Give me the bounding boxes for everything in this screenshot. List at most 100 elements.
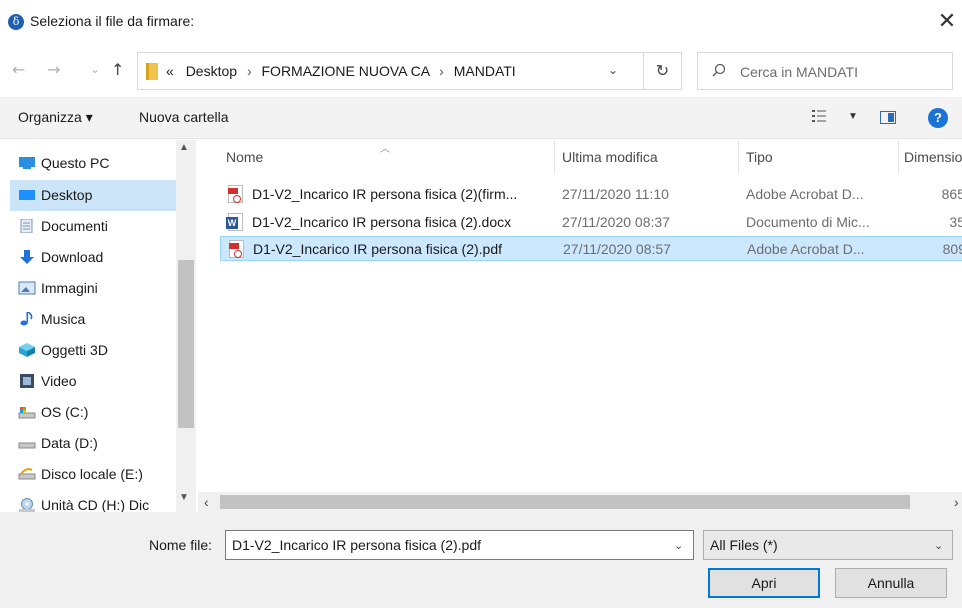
view-options-caret-icon[interactable]: ▼	[848, 111, 858, 122]
back-arrow-icon[interactable]: ←	[12, 60, 25, 79]
download-icon	[20, 250, 34, 264]
horizontal-scrollbar-thumb[interactable]	[220, 495, 910, 509]
sidebar-item-video[interactable]: Video	[18, 366, 180, 397]
scroll-left-icon[interactable]: ‹	[204, 494, 209, 510]
address-dropdown-chevron-icon[interactable]: ⌄	[608, 63, 618, 77]
help-icon[interactable]: ?	[928, 108, 948, 128]
file-row[interactable]: D1-V2_Incarico IR persona fisica (2).doc…	[220, 210, 962, 235]
sort-ascending-icon: ︿	[380, 144, 390, 155]
file-open-dialog: δ Seleziona il file da firmare: ✕ ← → ⌄ …	[0, 0, 962, 608]
sidebar-item-desktop[interactable]: Desktop	[10, 180, 176, 211]
organize-menu-button[interactable]: Organizza ▾	[18, 109, 93, 126]
refresh-icon[interactable]: ↻	[643, 53, 681, 89]
file-type: Adobe Acrobat D...	[746, 186, 864, 202]
forward-arrow-icon[interactable]: →	[47, 60, 60, 79]
scroll-down-icon[interactable]: ▼	[179, 492, 189, 503]
app-icon: δ	[8, 14, 24, 30]
3d-objects-icon	[19, 343, 35, 357]
filename-value: D1-V2_Incarico IR persona fisica (2).pdf	[232, 537, 481, 553]
sidebar-item-label: Questo PC	[41, 155, 110, 171]
sidebar-item-label: Download	[41, 249, 104, 265]
file-modified: 27/11/2020 11:10	[562, 186, 669, 202]
breadcrumb-formazione[interactable]: FORMAZIONE NUOVA CA	[262, 63, 430, 79]
view-options-icon[interactable]	[812, 109, 826, 123]
sidebar-item-label: Video	[41, 373, 77, 389]
this-pc-icon	[19, 157, 35, 169]
drive-e-icon	[18, 468, 36, 480]
open-button[interactable]: Apri	[708, 568, 820, 598]
sidebar-item-questo-pc[interactable]: Questo PC	[18, 148, 180, 179]
sidebar-item-label: Disco locale (E:)	[41, 466, 143, 482]
close-icon[interactable]: ✕	[934, 8, 960, 36]
toolbar: Organizza ▾ Nuova cartella ▼	[0, 97, 962, 139]
desktop-icon	[19, 190, 35, 200]
search-placeholder: Cerca in MANDATI	[740, 64, 858, 80]
file-name: D1-V2_Incarico IR persona fisica (2).pdf	[253, 241, 502, 257]
pdf-file-icon	[229, 240, 244, 258]
new-folder-button[interactable]: Nuova cartella	[139, 109, 229, 125]
sidebar-item-download[interactable]: Download	[18, 242, 180, 273]
up-arrow-icon[interactable]: ↑	[111, 60, 124, 79]
column-header-name[interactable]: Nome	[226, 149, 263, 165]
sidebar-item-os-c[interactable]: OS (C:)	[18, 397, 180, 428]
sidebar-item-musica[interactable]: Musica	[18, 304, 180, 335]
column-header-size[interactable]: Dimensio	[904, 149, 962, 165]
file-modified: 27/11/2020 08:37	[562, 214, 670, 230]
address-bar[interactable]: « Desktop › FORMAZIONE NUOVA CA › MANDAT…	[137, 52, 682, 90]
scroll-right-icon[interactable]: ›	[954, 494, 959, 510]
breadcrumb: « Desktop › FORMAZIONE NUOVA CA › MANDAT…	[166, 63, 516, 79]
sidebar-scrollbar-thumb[interactable]	[178, 260, 194, 428]
sidebar-item-label: Immagini	[41, 280, 98, 296]
file-modified: 27/11/2020 08:57	[563, 241, 671, 257]
column-divider[interactable]	[898, 140, 899, 174]
breadcrumb-separator-icon[interactable]: ›	[241, 63, 258, 79]
dialog-title: Seleziona il file da firmare:	[30, 13, 195, 29]
file-list-horizontal-scrollbar[interactable]: ‹ ›	[198, 492, 962, 512]
breadcrumb-separator-icon[interactable]: ›	[433, 63, 450, 79]
cancel-button[interactable]: Annulla	[835, 568, 947, 598]
file-list: ︿ Nome Ultima modifica Tipo Dimensio D1-…	[198, 140, 962, 492]
sidebar-item-oggetti-3d[interactable]: Oggetti 3D	[18, 335, 180, 366]
file-row[interactable]: D1-V2_Incarico IR persona fisica (2)(fir…	[220, 182, 962, 207]
sidebar-item-label: Musica	[41, 311, 86, 327]
filename-input[interactable]: D1-V2_Incarico IR persona fisica (2).pdf…	[225, 530, 694, 560]
word-file-icon	[226, 213, 243, 231]
preview-pane-icon[interactable]	[880, 111, 896, 124]
file-type-filter-select[interactable]: All Files (*) ⌄	[703, 530, 953, 560]
file-size: 865	[941, 186, 962, 202]
sidebar-item-label: Data (D:)	[41, 435, 98, 451]
sidebar-item-data-d[interactable]: Data (D:)	[18, 428, 180, 459]
sidebar-item-label: Unità CD (H:) Dic	[41, 497, 150, 512]
search-input[interactable]: Cerca in MANDATI	[697, 52, 953, 90]
column-divider[interactable]	[554, 140, 555, 174]
sidebar-scrollbar[interactable]: ▲ ▼	[176, 140, 196, 512]
title-bar: δ Seleziona il file da firmare: ✕	[0, 0, 962, 44]
folder-icon	[146, 63, 158, 80]
sidebar-item-label: OS (C:)	[41, 404, 89, 420]
sidebar-item-disco-locale-e[interactable]: Disco locale (E:)	[18, 459, 180, 490]
file-type-filter-value: All Files (*)	[710, 537, 778, 553]
file-name: D1-V2_Incarico IR persona fisica (2).doc…	[252, 214, 512, 230]
file-type: Documento di Mic...	[746, 214, 870, 230]
file-row-selected[interactable]: D1-V2_Incarico IR persona fisica (2).pdf…	[220, 236, 962, 261]
column-header-type[interactable]: Tipo	[746, 149, 773, 165]
column-divider[interactable]	[738, 140, 739, 174]
pictures-icon	[18, 281, 36, 295]
recent-locations-chevron-icon[interactable]: ⌄	[90, 62, 100, 76]
sidebar-item-cd-drive-h[interactable]: Unità CD (H:) Dic	[18, 490, 180, 512]
breadcrumb-desktop[interactable]: Desktop	[178, 63, 237, 79]
sidebar-item-immagini[interactable]: Immagini	[18, 273, 180, 304]
breadcrumb-overflow[interactable]: «	[166, 63, 174, 79]
column-header-modified[interactable]: Ultima modifica	[562, 149, 658, 165]
drive-c-icon	[18, 407, 36, 419]
drive-d-icon	[18, 442, 36, 449]
music-icon	[20, 312, 33, 326]
filter-dropdown-chevron-icon[interactable]: ⌄	[934, 539, 943, 552]
filename-dropdown-chevron-icon[interactable]: ⌄	[674, 539, 683, 552]
scroll-up-icon[interactable]: ▲	[179, 142, 189, 153]
video-icon	[20, 374, 34, 388]
documents-icon	[20, 219, 33, 233]
sidebar-item-documenti[interactable]: Documenti	[18, 211, 180, 242]
breadcrumb-mandati[interactable]: MANDATI	[454, 63, 516, 79]
pdf-file-icon	[228, 185, 243, 203]
